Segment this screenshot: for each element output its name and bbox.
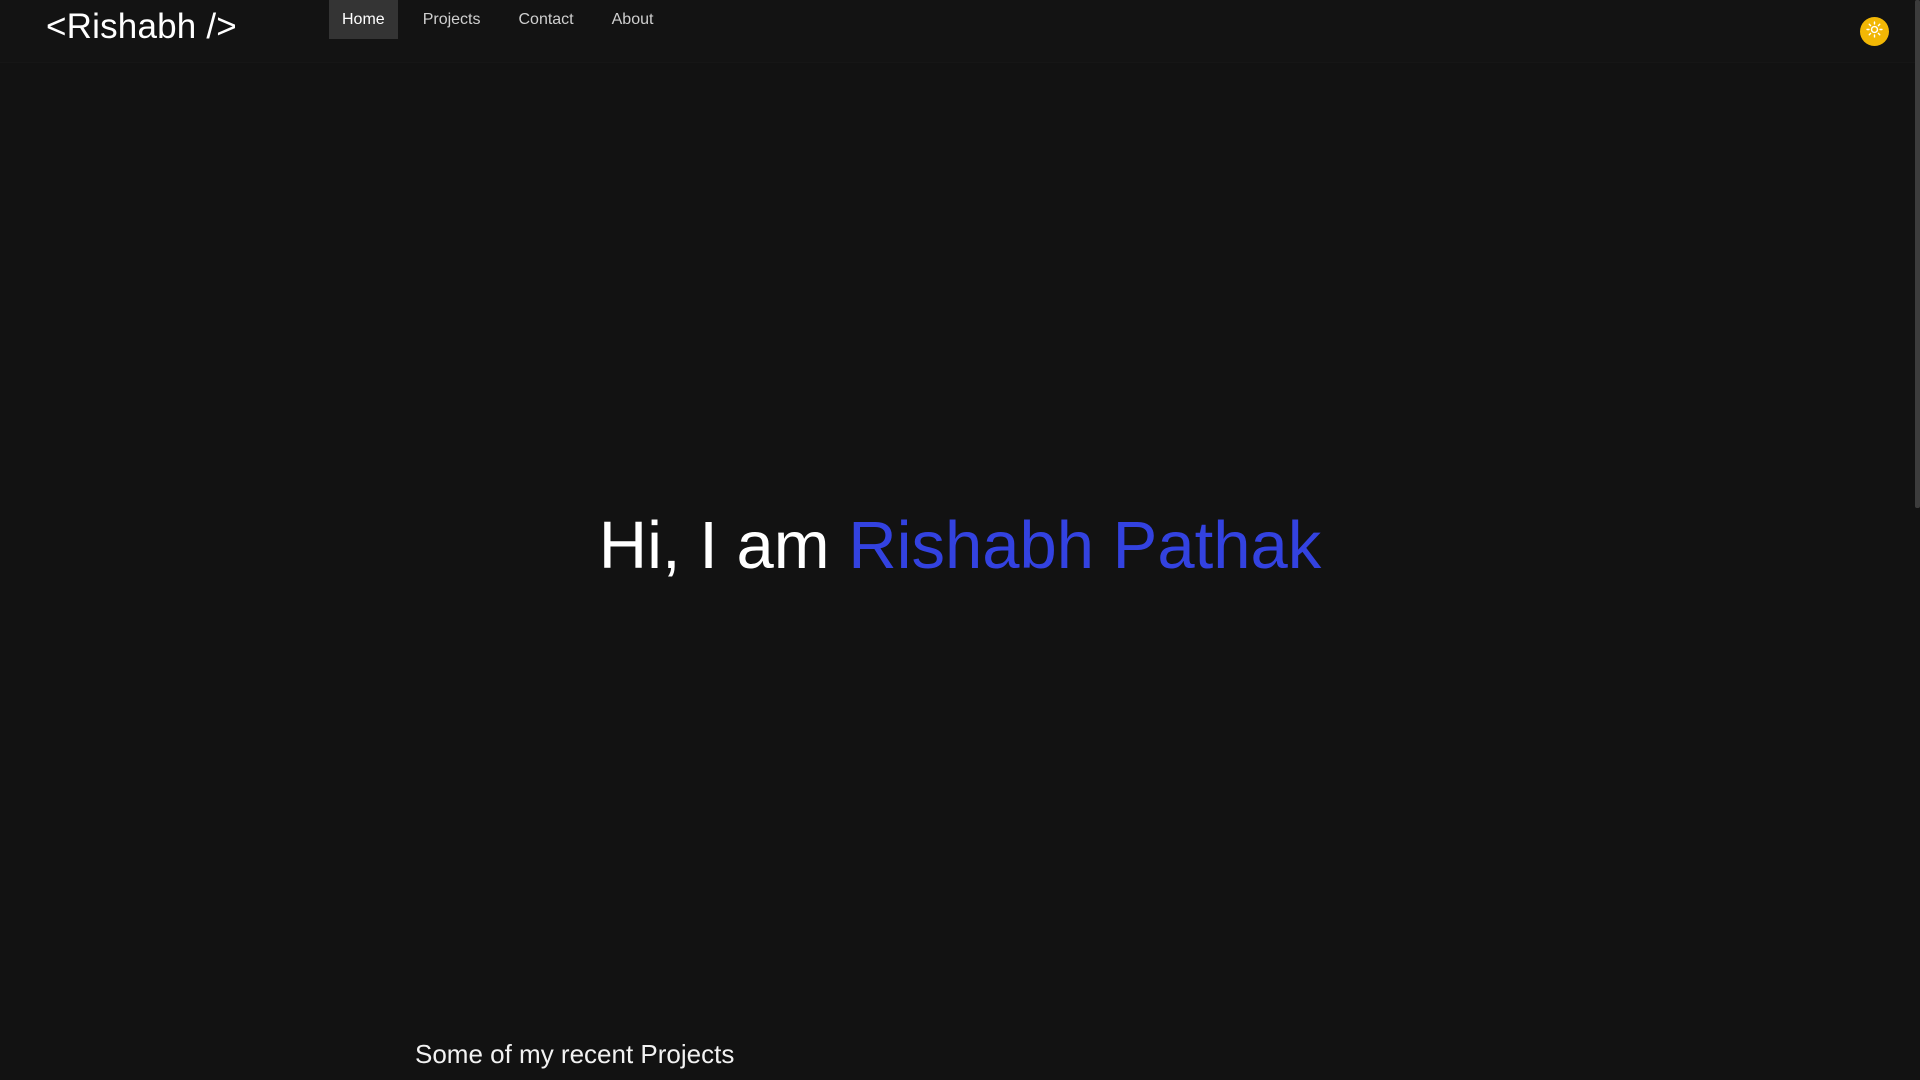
hero-name: Rishabh Pathak <box>848 508 1322 583</box>
theme-toggle-button[interactable] <box>1860 17 1889 46</box>
scrollbar-thumb[interactable] <box>1915 0 1920 508</box>
site-logo[interactable]: <Rishabh /> <box>46 4 237 50</box>
navbar: <Rishabh /> Home Projects Contact About <box>0 0 1920 62</box>
nav-link-about[interactable]: About <box>599 0 667 39</box>
nav-link-projects[interactable]: Projects <box>410 0 494 39</box>
hero-greeting: Hi, I am <box>598 508 830 583</box>
sun-icon <box>1866 20 1883 43</box>
page: <Rishabh /> Home Projects Contact About <box>0 0 1920 1080</box>
hero-heading: Hi, I am Rishabh Pathak <box>0 500 1920 592</box>
projects-section-title: Some of my recent Projects <box>415 1039 735 1069</box>
nav-link-contact[interactable]: Contact <box>505 0 586 39</box>
nav-links: Home Projects Contact About <box>329 0 678 39</box>
nav-link-home[interactable]: Home <box>329 0 398 39</box>
